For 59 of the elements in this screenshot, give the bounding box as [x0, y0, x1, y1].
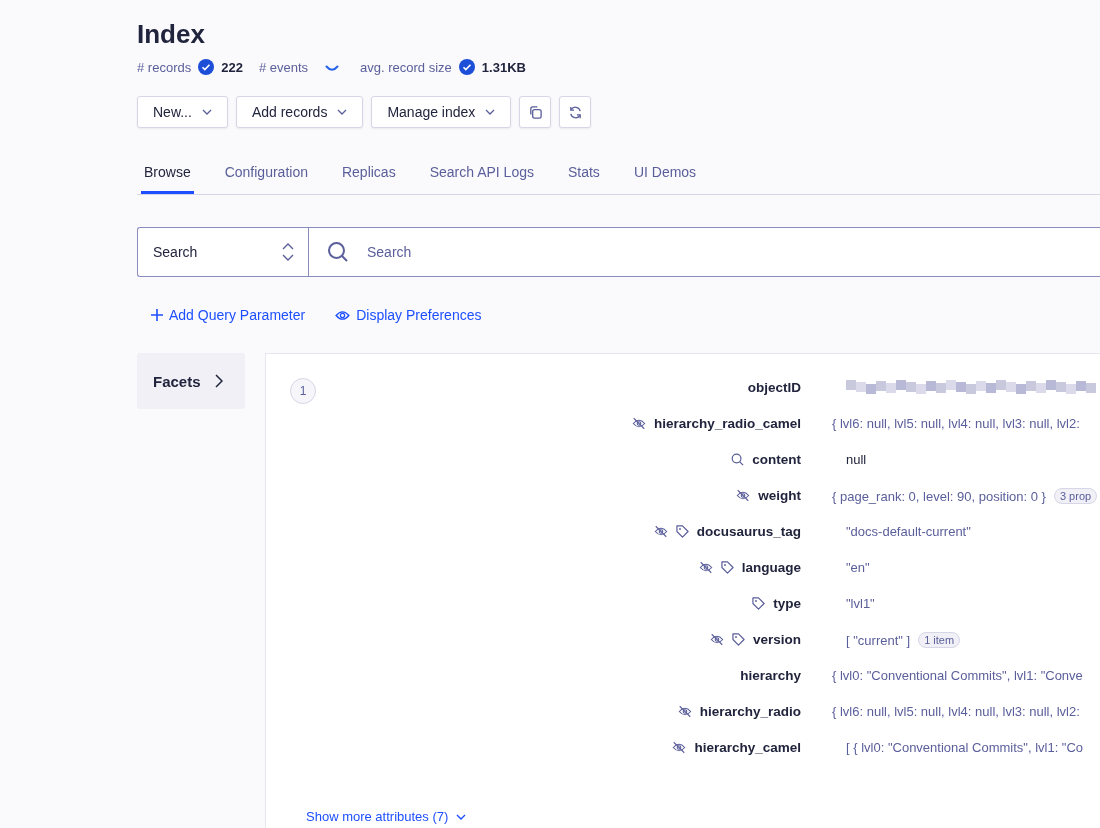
- stat-value: 1.31KB: [481, 59, 526, 75]
- caret-icon: [201, 109, 212, 115]
- link-button[interactable]: Display Preferences: [335, 307, 482, 323]
- tab[interactable]: Replicas: [338, 156, 399, 194]
- search-icon: [327, 241, 349, 263]
- facets-button[interactable]: Facets: [137, 353, 245, 409]
- search-field[interactable]: Search: [365, 243, 1100, 261]
- attribute-name: hierarchy: [740, 668, 801, 683]
- refresh-icon: [567, 104, 583, 120]
- caret-icon: [485, 109, 496, 115]
- search-bar[interactable]: Search Search: [137, 227, 1100, 277]
- chevron-icon: [214, 374, 223, 388]
- attribute-name: type: [773, 596, 801, 611]
- mode-select[interactable]: Search: [138, 228, 309, 276]
- attribute-name: docusaurus_tag: [696, 524, 801, 539]
- caret-icon: [337, 109, 348, 115]
- count-badge: 3 prop: [1053, 488, 1098, 504]
- stat-label: # records: [137, 59, 192, 75]
- attribute-value: { lvl6: null, lvl5: null, lvl4: null, lvl3: null, lvl2:: [832, 704, 1080, 719]
- attribute-value: null: [846, 452, 867, 467]
- attribute-name: hierarchy_radio_camel: [653, 416, 801, 431]
- attribute-value: "lvl1": [846, 596, 875, 611]
- tab[interactable]: Browse: [141, 156, 194, 194]
- stat-label: avg. record size: [360, 59, 452, 75]
- eye-icon: [335, 309, 351, 321]
- attribute-value: [ "current" ]: [846, 632, 911, 648]
- menu-button[interactable]: Manage index: [371, 96, 512, 128]
- count-badge: 1 item: [918, 632, 961, 648]
- attribute-name: version: [752, 632, 801, 647]
- menu-button[interactable]: New...: [137, 96, 228, 128]
- link-button[interactable]: Add Query Parameter: [151, 307, 306, 323]
- attribute-name: hierarchy_camel: [694, 740, 801, 755]
- tab[interactable]: Configuration: [221, 156, 311, 194]
- attribute-value: "docs-default-current": [846, 524, 971, 539]
- stat-value: 222: [221, 59, 243, 75]
- attribute-name: hierarchy_radio: [699, 704, 801, 719]
- attribute-value: { page_rank: 0, level: 90, position: 0 }: [832, 488, 1046, 504]
- page-title: Index: [137, 18, 206, 50]
- record-number: 1: [290, 378, 316, 404]
- plus-icon: [151, 309, 163, 321]
- show-more-link[interactable]: Show more attributes (7): [306, 809, 467, 824]
- attribute-name: content: [752, 452, 801, 467]
- stat-label: # events: [258, 59, 309, 75]
- attribute-name: objectID: [747, 380, 801, 395]
- refresh-button[interactable]: [559, 96, 592, 128]
- attribute-value: [ { lvl0: "Conventional Commits", lvl1: "Co: [846, 740, 1084, 755]
- copy-icon: [527, 104, 543, 120]
- tab[interactable]: UI Demos: [630, 156, 700, 194]
- attribute-name: weight: [758, 488, 801, 503]
- attribute-value: { lvl0: "Conventional Commits", lvl1: "Conve: [832, 668, 1083, 683]
- attribute-value: "en": [846, 560, 870, 575]
- attribute-name: language: [741, 560, 801, 575]
- tab[interactable]: Stats: [564, 156, 603, 194]
- attribute-value: { lvl6: null, lvl5: null, lvl4: null, lvl3: null, lvl2:: [832, 416, 1080, 431]
- updown-icon: [282, 242, 294, 262]
- chevron-down-icon: [456, 813, 467, 820]
- copy-button[interactable]: [519, 96, 552, 128]
- tab[interactable]: Search API Logs: [426, 156, 537, 194]
- menu-button[interactable]: Add records: [235, 96, 364, 128]
